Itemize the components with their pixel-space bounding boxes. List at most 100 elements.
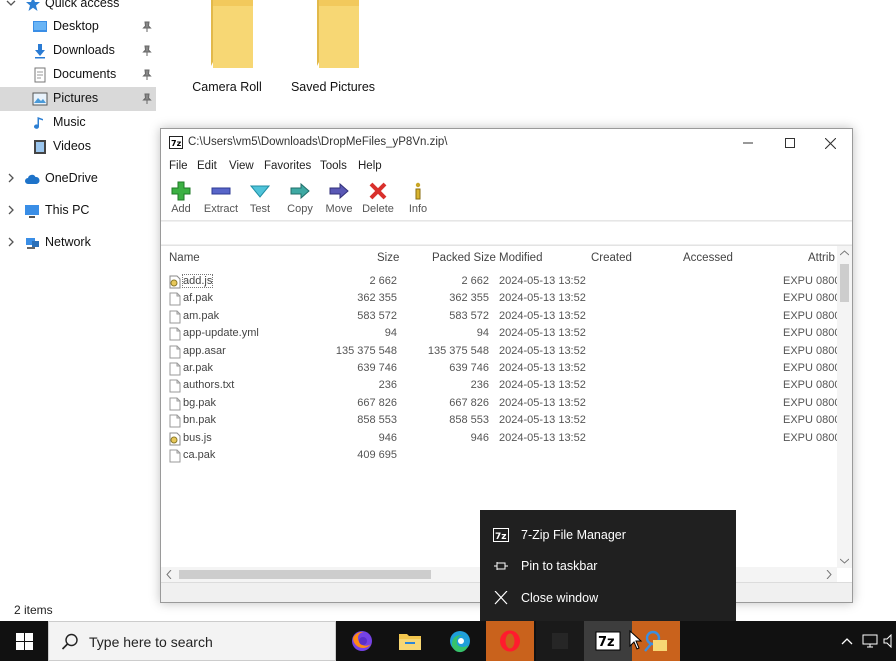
table-row[interactable]: bus.js 946 946 2024-05-13 13:52 EXPU 0800 bbox=[167, 431, 840, 448]
nav-this-pc[interactable]: This PC bbox=[0, 199, 156, 223]
file-size: 2 662 bbox=[369, 275, 397, 287]
taskbar-app-7zip[interactable]: 7z bbox=[584, 621, 632, 661]
table-row[interactable]: bg.pak 667 826 667 826 2024-05-13 13:52 EXPU… bbox=[167, 396, 841, 413]
chevron-down-icon[interactable] bbox=[6, 0, 16, 8]
taskbar-app-file-explorer[interactable] bbox=[386, 621, 434, 661]
column-name[interactable]: Name bbox=[169, 252, 200, 264]
chevron-right-icon[interactable] bbox=[6, 205, 16, 215]
menu-tools[interactable]: Tools bbox=[320, 160, 347, 172]
table-row[interactable]: app-update.yml 94 94 2024-05-13 13:52 EXPU 0… bbox=[167, 326, 841, 343]
nav-desktop[interactable]: Desktop bbox=[0, 15, 156, 39]
scroll-down-icon[interactable] bbox=[840, 558, 849, 564]
table-row[interactable]: authors.txt 236 236 2024-05-13 13:52 EXPU 08… bbox=[167, 378, 840, 395]
add-button[interactable]: Add bbox=[161, 179, 201, 219]
chevron-up-icon bbox=[841, 638, 853, 645]
taskbar-app-firefox[interactable] bbox=[338, 621, 386, 661]
edge-icon bbox=[450, 631, 470, 653]
copy-button[interactable]: Copy bbox=[280, 179, 320, 219]
close-icon bbox=[494, 591, 508, 605]
taskbar-jump-list: 7z 7-Zip File Manager Pin to taskbar Clo… bbox=[480, 510, 736, 621]
svg-text:7z: 7z bbox=[171, 139, 182, 148]
tray-network[interactable] bbox=[860, 621, 880, 661]
window-titlebar[interactable]: 7z C:\Users\vm5\Downloads\DropMeFiles_yP… bbox=[161, 129, 852, 157]
nav-downloads[interactable]: Downloads bbox=[0, 39, 156, 63]
file-attrib: EXPU 0800 bbox=[783, 396, 841, 409]
table-row[interactable]: ca.pak 409 695 bbox=[167, 448, 837, 465]
nav-label: Music bbox=[53, 115, 86, 129]
svg-text:7z: 7z bbox=[598, 635, 615, 650]
column-accessed[interactable]: Accessed bbox=[683, 252, 733, 264]
horizontal-scroll-thumb[interactable] bbox=[179, 570, 431, 579]
nav-network[interactable]: Network bbox=[0, 231, 156, 255]
nav-videos[interactable]: Videos bbox=[0, 135, 156, 159]
vertical-scrollbar[interactable] bbox=[837, 246, 852, 568]
pictures-icon bbox=[32, 92, 48, 106]
taskbar-app-opera[interactable] bbox=[486, 621, 534, 661]
jump-item-close-window[interactable]: Close window bbox=[480, 583, 736, 613]
column-modified[interactable]: Modified bbox=[499, 252, 542, 264]
table-row[interactable]: af.pak 362 355 362 355 2024-05-13 13:52 EXPU… bbox=[167, 291, 840, 308]
menu-bar: File Edit View Favorites Tools Help bbox=[161, 157, 852, 177]
nav-label: Downloads bbox=[53, 43, 115, 57]
nav-onedrive[interactable]: OneDrive bbox=[0, 167, 156, 191]
test-button[interactable]: Test bbox=[240, 179, 280, 219]
explorer-status-count: 2 items bbox=[14, 603, 53, 617]
vertical-scroll-thumb[interactable] bbox=[840, 264, 849, 302]
taskbar-search-box[interactable]: Type here to search bbox=[48, 621, 336, 661]
chevron-right-icon[interactable] bbox=[6, 237, 16, 247]
jump-item-pin-to-taskbar[interactable]: Pin to taskbar bbox=[480, 551, 736, 581]
nav-documents[interactable]: Documents bbox=[0, 63, 156, 87]
file-icon bbox=[169, 362, 181, 376]
menu-edit[interactable]: Edit bbox=[197, 160, 217, 172]
menu-view[interactable]: View bbox=[229, 160, 254, 172]
taskbar-app-edge[interactable] bbox=[436, 621, 484, 661]
delete-button[interactable]: Delete bbox=[358, 179, 398, 219]
nav-pictures[interactable]: Pictures bbox=[0, 87, 156, 111]
folder-saved-pictures[interactable]: Saved Pictures bbox=[288, 0, 378, 94]
jump-item-7zip-file-manager[interactable]: 7z 7-Zip File Manager bbox=[480, 520, 736, 550]
file-size: 362 355 bbox=[357, 292, 397, 305]
file-size: 583 572 bbox=[357, 309, 397, 322]
file-name: af.pak bbox=[183, 292, 213, 305]
nav-quick-access[interactable]: Quick access bbox=[0, 0, 156, 16]
start-button[interactable] bbox=[0, 621, 48, 661]
scroll-right-icon[interactable] bbox=[826, 570, 832, 579]
table-row[interactable]: bn.pak 858 553 858 553 2024-05-13 13:52 EXPU… bbox=[167, 413, 840, 430]
extract-button[interactable]: Extract bbox=[201, 179, 241, 219]
desktop-icon bbox=[33, 21, 47, 32]
column-attrib[interactable]: Attrib bbox=[808, 252, 835, 264]
pin-icon bbox=[494, 562, 508, 570]
chevron-right-icon[interactable] bbox=[6, 173, 16, 183]
menu-file[interactable]: File bbox=[169, 160, 188, 172]
network-icon bbox=[26, 238, 39, 249]
column-size[interactable]: Size bbox=[377, 252, 399, 264]
column-created[interactable]: Created bbox=[591, 252, 632, 264]
show-hidden-icons-button[interactable] bbox=[838, 621, 856, 661]
move-button[interactable]: Move bbox=[319, 179, 359, 219]
nav-music[interactable]: Music bbox=[0, 111, 156, 135]
file-name: app-update.yml bbox=[183, 327, 259, 340]
close-window-button[interactable] bbox=[807, 129, 853, 157]
videos-icon bbox=[34, 140, 46, 154]
file-modified: 2024-05-13 13:52 bbox=[499, 327, 586, 340]
search-icon bbox=[61, 633, 78, 650]
table-row[interactable]: add.js 2 662 2 662 2024-05-13 13:52 EXPU 080… bbox=[167, 274, 840, 291]
table-row[interactable]: am.pak 583 572 583 572 2024-05-13 13:52 EXPU… bbox=[167, 309, 840, 326]
address-bar[interactable] bbox=[161, 222, 852, 244]
file-size: 236 bbox=[378, 379, 397, 392]
scroll-up-icon[interactable] bbox=[840, 250, 849, 256]
info-button[interactable]: Info bbox=[398, 179, 438, 219]
tray-volume[interactable] bbox=[882, 621, 896, 661]
menu-favorites[interactable]: Favorites bbox=[264, 160, 311, 172]
taskbar-app-generic[interactable] bbox=[536, 621, 584, 661]
table-row[interactable]: app.asar 135 375 548 135 375 548 2024-05-13… bbox=[167, 344, 840, 361]
file-attrib: EXPU 0800 bbox=[783, 327, 841, 340]
column-packed-size[interactable]: Packed Size bbox=[432, 252, 496, 264]
folder-camera-roll[interactable]: Camera Roll bbox=[182, 0, 272, 94]
scroll-left-icon[interactable] bbox=[166, 570, 172, 579]
minimize-button[interactable] bbox=[725, 129, 771, 157]
file-packed-size: 94 bbox=[476, 327, 489, 340]
menu-help[interactable]: Help bbox=[358, 160, 382, 172]
table-row[interactable]: ar.pak 639 746 639 746 2024-05-13 13:52 EXPU… bbox=[167, 361, 840, 378]
file-modified: 2024-05-13 13:52 bbox=[499, 414, 586, 427]
